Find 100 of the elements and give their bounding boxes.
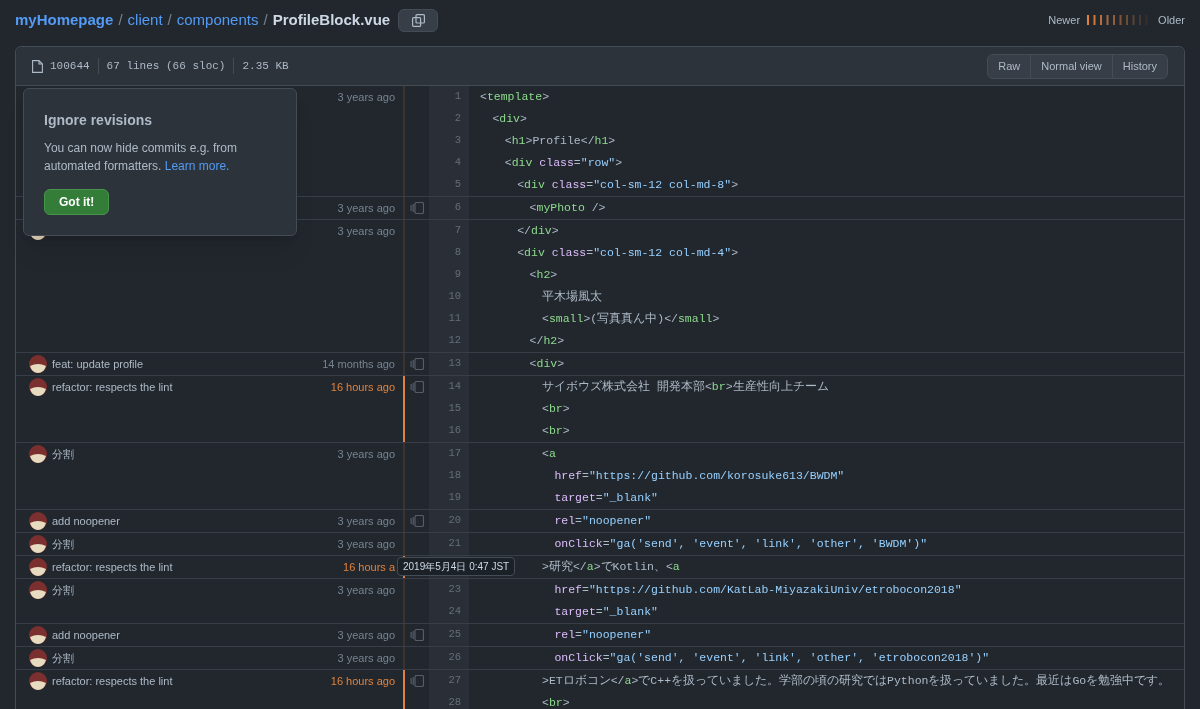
commit-message[interactable]: refactor: respects the lint: [52, 672, 173, 690]
commit-time: 14 months ago: [322, 357, 395, 372]
file-name: ProfileBlock.vue: [272, 9, 391, 30]
code-line: <h1>Profile</h1>: [504, 133, 616, 150]
line-number: 26: [448, 650, 461, 666]
code-line: <div class="row">: [504, 155, 623, 172]
code-line: href="https://github.com/KatLab-MiyazakiUniv/etrobocon2018": [554, 582, 962, 599]
older-label: Older: [1158, 12, 1185, 28]
line-number: 6: [454, 200, 461, 216]
copy-path-button[interactable]: [398, 8, 439, 32]
line-number: 17: [448, 446, 461, 462]
commit-time: 3 years ago: [337, 651, 395, 666]
commit-message[interactable]: add noopener: [52, 626, 120, 644]
line-number: 28: [448, 695, 461, 709]
commit-time: 3 years ago: [337, 537, 395, 552]
code-line: <template>: [480, 89, 550, 106]
avatar: [29, 512, 47, 530]
view-button[interactable]: History: [1111, 54, 1167, 78]
avatar: [29, 378, 47, 396]
commit-message[interactable]: feat: update profile: [52, 355, 144, 373]
code-line: <div class="col-sm-12 col-md-4">: [517, 245, 739, 262]
commit-time: 3 years ago: [337, 583, 395, 598]
learn-more-link[interactable]: Learn more.: [164, 159, 230, 173]
code-line: 平木場風太: [542, 289, 602, 306]
code-line: <a: [542, 446, 556, 463]
line-number: 5: [454, 177, 461, 193]
line-number: 20: [448, 513, 461, 529]
got-it-button[interactable]: Got it!: [44, 189, 110, 215]
avatar: [29, 535, 47, 553]
line-number: 14: [448, 379, 461, 395]
line-number: 8: [454, 245, 461, 261]
reblame-icon[interactable]: [410, 381, 424, 393]
line-number: 24: [448, 604, 461, 620]
avatar: [29, 672, 47, 690]
commit-time: 3 years ago: [337, 628, 395, 643]
code-line: </div>: [517, 223, 559, 240]
reblame-icon[interactable]: [410, 675, 424, 687]
commit-time: 3 years ago: [337, 514, 395, 529]
commit-message[interactable]: add noopener: [52, 512, 120, 530]
code-line: <br>: [542, 423, 570, 440]
line-number: 18: [448, 468, 461, 484]
breadcrumb-separator: /: [263, 9, 268, 30]
breadcrumb-link[interactable]: components: [176, 8, 259, 32]
breadcrumb-separator: /: [167, 9, 172, 30]
line-number: 4: [454, 155, 461, 171]
code-line: rel="noopener": [554, 627, 652, 644]
code-line: </h2>: [529, 333, 565, 350]
file-info: 67 lines (66 sloc): [97, 57, 226, 75]
line-number: 3: [454, 133, 461, 149]
view-button[interactable]: Normal view: [1030, 54, 1112, 78]
line-number: 13: [448, 356, 461, 372]
commit-message[interactable]: 分割: [52, 649, 74, 667]
line-number: 1: [454, 89, 461, 105]
code-line: target="_blank": [554, 490, 658, 507]
line-number: 27: [448, 673, 461, 689]
file-icon: [32, 59, 43, 73]
breadcrumb-link[interactable]: client: [127, 8, 163, 32]
line-number: 11: [448, 311, 461, 327]
breadcrumb-link[interactable]: myHomepage: [15, 8, 114, 32]
commit-message[interactable]: 分割: [52, 445, 74, 463]
code-line: target="_blank": [554, 604, 658, 621]
line-number: 21: [448, 536, 461, 552]
line-number: 23: [448, 582, 461, 598]
avatar: [29, 558, 47, 576]
line-number: 7: [454, 223, 461, 239]
popover-title: Ignore revisions: [44, 111, 153, 130]
code-line: <div>: [529, 356, 565, 373]
line-number: 19: [448, 490, 461, 506]
line-number: 2: [454, 111, 461, 127]
date-tooltip: 2019年5月4日 0:47 JST: [397, 557, 516, 576]
avatar: [29, 649, 47, 667]
commit-message[interactable]: 分割: [52, 581, 74, 599]
line-number: 15: [448, 401, 461, 417]
code-line: <myPhoto />: [529, 200, 606, 217]
line-number: 10: [448, 289, 461, 305]
commit-message[interactable]: refactor: respects the lint: [52, 558, 173, 576]
commit-time: 3 years ago: [337, 447, 395, 462]
commit-time: 16 hours ago: [330, 674, 395, 689]
code-line: href="https://github.com/korosuke613/BWDM": [554, 468, 845, 485]
line-number: 9: [454, 267, 461, 283]
commit-time: 16 hours a: [343, 560, 395, 575]
commit-time: 3 years ago: [337, 224, 395, 239]
breadcrumb-separator: /: [118, 9, 123, 30]
commit-message[interactable]: 分割: [52, 535, 74, 553]
code-line: <div class="col-sm-12 col-md-8">: [517, 177, 739, 194]
copy-icon: [411, 13, 425, 27]
avatar: [29, 445, 47, 463]
reblame-icon[interactable]: [410, 515, 424, 527]
commit-message[interactable]: refactor: respects the lint: [52, 378, 173, 396]
code-line: <div>: [492, 111, 527, 128]
reblame-icon[interactable]: [410, 629, 424, 641]
reblame-icon[interactable]: [410, 358, 424, 370]
commit-time: 16 hours ago: [330, 380, 395, 395]
code-line: onClick="ga('send', 'event', 'link', 'other', 'BWDM')": [554, 536, 928, 553]
code-line: <h2>: [529, 267, 558, 284]
reblame-icon[interactable]: [410, 202, 424, 214]
view-button[interactable]: Raw: [988, 54, 1031, 78]
popover-text: You can now hide commits e.g. from automated formatters. Learn more.: [44, 140, 238, 175]
code-line: <br>: [542, 695, 570, 709]
file-info: 100644: [50, 58, 90, 74]
